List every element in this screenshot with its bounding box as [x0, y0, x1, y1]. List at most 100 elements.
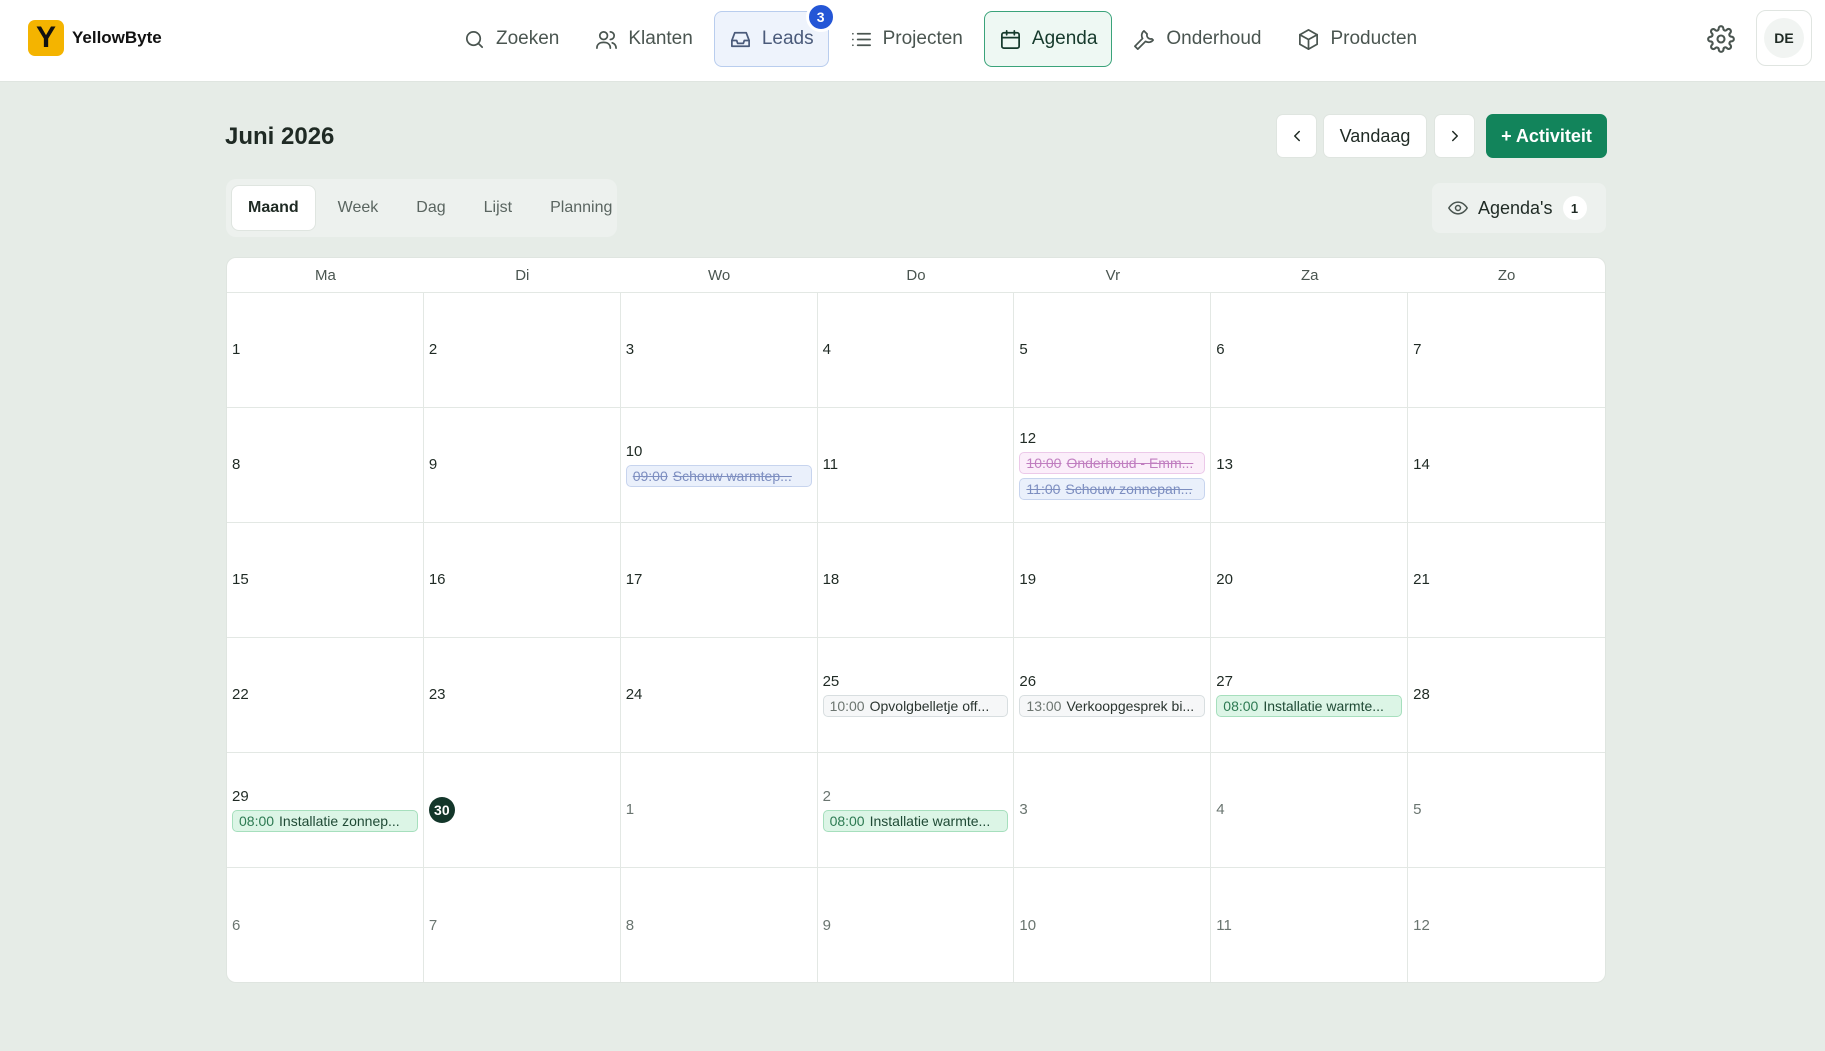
nav-label: Onderhoud [1166, 28, 1262, 49]
calendar-event[interactable]: 08:00 Installatie warmte... [1216, 695, 1403, 717]
event-title: Verkoopgesprek bi... [1066, 698, 1195, 714]
calendar-event[interactable]: 11:00 Schouw zonnepan... [1019, 478, 1206, 500]
gear-icon [1707, 25, 1735, 53]
tab-week[interactable]: Week [322, 185, 395, 231]
nav-label: Zoeken [496, 28, 560, 49]
event-title: Installatie zonnep... [279, 813, 400, 829]
calendar-day-cell[interactable]: 23 [423, 638, 621, 753]
tab-dag[interactable]: Dag [400, 185, 461, 231]
day-number: 26 [1019, 673, 1037, 690]
day-number: 7 [428, 916, 438, 934]
nav-zoeken[interactable]: Zoeken [448, 11, 574, 67]
calendar-day-cell[interactable]: 3 [620, 293, 818, 408]
calendar-day-cell[interactable]: 4 [1211, 753, 1409, 868]
calendar-day-cell[interactable]: 6 [227, 868, 424, 982]
calendar-day-cell[interactable]: 18 [817, 523, 1015, 638]
calendar-day-cell[interactable]: 19 [1014, 523, 1212, 638]
calendar-day-cell[interactable]: 24 [620, 638, 818, 753]
weekday-label: Za [1300, 266, 1319, 284]
day-number: 14 [1413, 456, 1430, 473]
tab-planning[interactable]: Planning [534, 185, 628, 231]
agendas-toggle[interactable]: Agenda's 1 [1432, 183, 1606, 233]
day-number: 21 [1413, 571, 1430, 588]
calendar-day-cell[interactable]: 3 [1014, 753, 1212, 868]
calendar-day-cell[interactable]: 10 [1014, 868, 1212, 982]
settings-button[interactable] [1704, 22, 1738, 56]
calendar-day-cell[interactable]: 2 08:00 Installatie warmte... [817, 753, 1015, 868]
calendar-day-cell[interactable]: 7 [1408, 293, 1605, 408]
calendar-day-cell[interactable]: 12 10:00 Onderhoud - Emm... 11:00 Schouw zon… [1014, 408, 1212, 523]
nav-label: Projecten [882, 28, 963, 49]
nav-onderhoud[interactable]: Onderhoud [1118, 11, 1276, 67]
calendar-day-cell[interactable]: 7 [424, 868, 621, 982]
calendar-day-cell[interactable]: 11 [1211, 868, 1409, 982]
event-title: Schouw warmtep... [672, 468, 792, 484]
today-button[interactable]: Vandaag [1323, 114, 1427, 158]
calendar-day-cell[interactable]: 1 [227, 293, 424, 408]
calendar-event[interactable]: 08:00 Installatie zonnep... [232, 810, 418, 832]
calendar-event[interactable]: 08:00 Installatie warmte... [822, 810, 1009, 832]
calendar-day-cell[interactable]: 2 [423, 293, 621, 408]
calendar-day-cell[interactable]: 26 13:00 Verkoopgesprek bi... [1014, 638, 1212, 753]
day-number: 25 [822, 673, 840, 690]
event-title: Installatie warmte... [1263, 698, 1384, 714]
calendar-day-cell[interactable]: 4 [817, 293, 1015, 408]
nav-leads[interactable]: Leads 3 [713, 2, 836, 67]
nav-agenda[interactable]: Agenda [983, 11, 1113, 67]
calendar-day-cell[interactable]: 10 09:00 Schouw warmtep... [620, 408, 818, 523]
calendar-day-cell[interactable]: 22 [227, 638, 424, 753]
tab-maand[interactable]: Maand [231, 185, 316, 231]
day-number: 18 [822, 571, 840, 588]
calendar-day-cell[interactable]: 8 [227, 408, 424, 523]
calendar-day-cell[interactable]: 14 [1408, 408, 1605, 523]
weekday-label: Di [515, 266, 530, 284]
event-time: 08:00 [239, 813, 275, 829]
inbox-icon [730, 31, 750, 47]
calendar-day-cell[interactable]: 8 [621, 868, 818, 982]
nav-klanten[interactable]: Klanten [580, 11, 707, 67]
event-title: Installatie warmte... [869, 813, 991, 829]
page-title: Juni 2026 [225, 123, 335, 150]
next-month-button[interactable] [1434, 114, 1475, 158]
calendar-day-cell[interactable]: 5 [1408, 753, 1605, 868]
calendar-day-cell[interactable]: 29 08:00 Installatie zonnep... [227, 753, 424, 868]
calendar-event[interactable]: 10:00 Opvolgbelletje off... [822, 695, 1009, 717]
main-nav: Zoeken Klanten Leads 3 Projecten Agenda … [448, 2, 1432, 67]
weekday-label: Do [906, 266, 926, 284]
calendar-day-cell[interactable]: 30 [423, 753, 621, 868]
calendar-day-cell[interactable]: 25 10:00 Opvolgbelletje off... [817, 638, 1015, 753]
calendar-day-cell[interactable]: 11 [817, 408, 1015, 523]
calendar-day-cell[interactable]: 21 [1408, 523, 1605, 638]
calendar-day-cell[interactable]: 9 [818, 868, 1015, 982]
calendar-day-cell[interactable]: 17 [620, 523, 818, 638]
event-time: 10:00 [1026, 455, 1062, 471]
day-number: 23 [428, 686, 446, 703]
calendar-day-cell[interactable]: 1 [620, 753, 818, 868]
event-title: Onderhoud - Emm... [1066, 455, 1194, 471]
calendar-day-cell[interactable]: 6 [1211, 293, 1409, 408]
tab-lijst[interactable]: Lijst [468, 185, 528, 231]
day-number: 2 [822, 788, 831, 805]
nav-producten[interactable]: Producten [1282, 11, 1432, 67]
calendar-day-cell[interactable]: 28 [1408, 638, 1605, 753]
calendar-day-cell[interactable]: 20 [1211, 523, 1409, 638]
calendar-event[interactable]: 09:00 Schouw warmtep... [625, 465, 812, 487]
leads-count-badge: 3 [805, 2, 836, 32]
event-title: Opvolgbelletje off... [869, 698, 990, 714]
app-logo[interactable]: Y YellowByte [28, 20, 162, 56]
add-activity-button[interactable]: + Activiteit [1486, 114, 1607, 158]
calendar-event[interactable]: 10:00 Onderhoud - Emm... [1019, 452, 1206, 474]
calendar-event[interactable]: 13:00 Verkoopgesprek bi... [1019, 695, 1206, 717]
top-navigation-bar: Y YellowByte Zoeken Klanten Leads 3 Proj… [0, 0, 1825, 82]
calendar-day-cell[interactable]: 16 [423, 523, 621, 638]
user-avatar-button[interactable]: DE [1756, 10, 1812, 66]
calendar-day-cell[interactable]: 5 [1014, 293, 1212, 408]
calendar-day-cell[interactable]: 9 [423, 408, 621, 523]
calendar-day-cell[interactable]: 15 [227, 523, 424, 638]
calendar-day-cell[interactable]: 27 08:00 Installatie warmte... [1211, 638, 1409, 753]
previous-month-button[interactable] [1276, 114, 1317, 158]
calendar-day-cell[interactable]: 12 [1408, 868, 1605, 982]
chevron-right-icon [1451, 130, 1458, 142]
calendar-day-cell[interactable]: 13 [1211, 408, 1409, 523]
nav-projecten[interactable]: Projecten [835, 11, 978, 67]
